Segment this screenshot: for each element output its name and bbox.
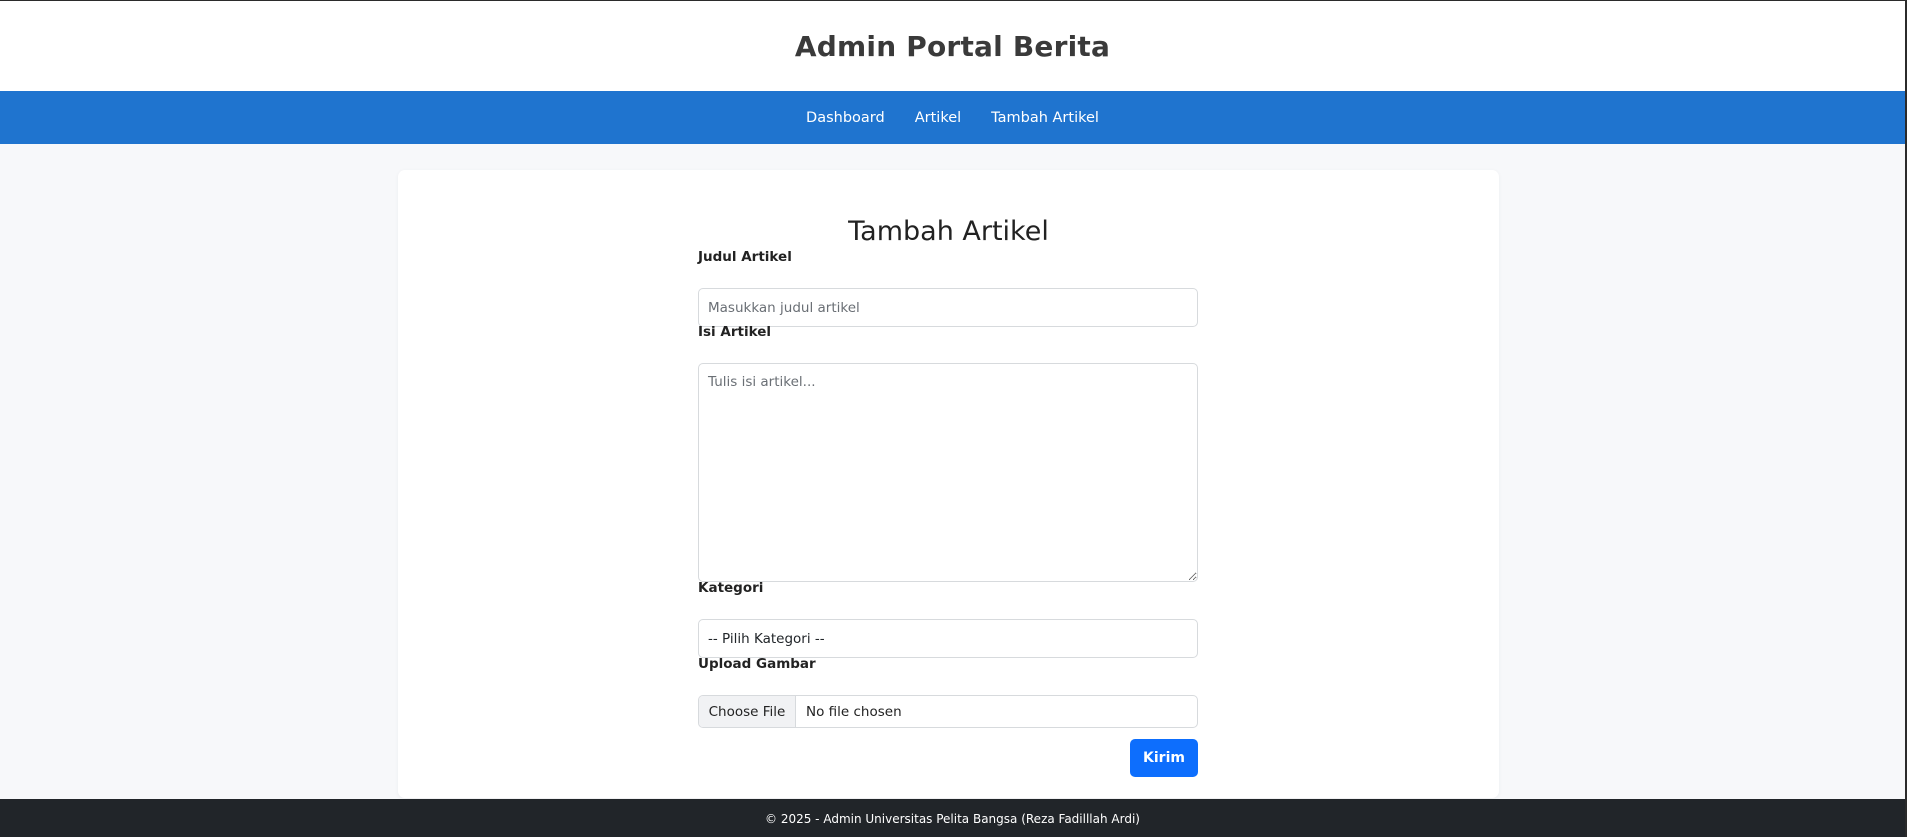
site-footer: © 2025 - Admin Universitas Pelita Bangsa… (0, 799, 1905, 837)
category-select[interactable]: -- Pilih Kategori -- (698, 619, 1198, 658)
footer-text: © 2025 - Admin Universitas Pelita Bangsa… (765, 811, 1140, 826)
form-title: Tambah Artikel (848, 216, 1049, 247)
category-select-value: -- Pilih Kategori -- (708, 630, 825, 647)
nav-link-dashboard[interactable]: Dashboard (806, 110, 885, 126)
title-field-label: Judul Artikel (698, 249, 792, 265)
content-textarea[interactable] (698, 363, 1198, 582)
submit-button[interactable]: Kirim (1130, 739, 1198, 777)
nav-link-tambah-artikel[interactable]: Tambah Artikel (991, 110, 1099, 126)
content-field-label: Isi Artikel (698, 324, 771, 340)
image-field-label: Upload Gambar (698, 656, 816, 672)
title-input[interactable] (698, 288, 1198, 327)
choose-file-button[interactable]: Choose File (699, 696, 796, 727)
article-form-card: Tambah Artikel Judul Artikel Isi Artikel… (398, 170, 1499, 798)
category-field-label: Kategori (698, 580, 764, 596)
page: Admin Portal Berita Dashboard Artikel Ta… (0, 0, 1907, 837)
nav-link-artikel[interactable]: Artikel (915, 110, 961, 126)
site-title: Admin Portal Berita (794, 29, 1111, 63)
site-header: Admin Portal Berita (0, 1, 1905, 91)
file-status-text: No file chosen (806, 703, 902, 720)
image-file-input[interactable]: Choose File No file chosen (698, 695, 1198, 728)
main-nav: Dashboard Artikel Tambah Artikel (0, 91, 1905, 144)
